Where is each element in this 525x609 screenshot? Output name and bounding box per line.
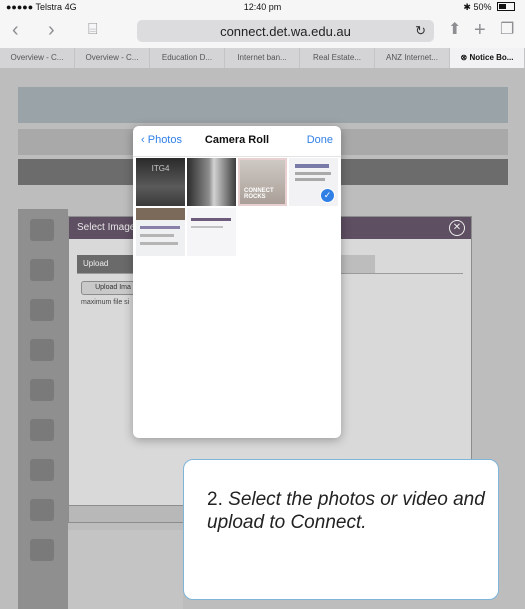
left-rail <box>18 209 68 609</box>
photo-thumbnail[interactable]: CONNECT ROCKS <box>238 158 287 206</box>
thumbnail-caption: CONNECT ROCKS <box>244 188 274 200</box>
tab-education[interactable]: Education D... <box>150 48 225 68</box>
rail-icon <box>30 219 54 241</box>
camera-roll-popover: ‹ Photos Camera Roll Done ITG4 CONNECT R… <box>133 126 341 438</box>
plus-icon: + <box>474 19 486 41</box>
done-button[interactable]: Done <box>307 134 333 146</box>
forward-button[interactable]: › <box>48 19 55 41</box>
thumbnail-strip <box>136 208 185 220</box>
bookmarks-button[interactable]: ⌸ <box>88 19 98 41</box>
step-number: 2. <box>207 489 223 510</box>
book-icon: ⌸ <box>88 21 98 38</box>
doc-line <box>295 178 325 181</box>
address-bar[interactable]: connect.det.wa.edu.au ↻ <box>137 20 434 42</box>
chevron-left-icon: ‹ <box>12 19 19 41</box>
max-file-size-text: maximum file si <box>81 299 130 306</box>
photo-thumbnail[interactable]: ITG4 <box>136 158 185 206</box>
tab-other[interactable]: s <box>335 255 375 273</box>
rail-icon <box>30 539 54 561</box>
battery-percent: 50% <box>473 2 492 12</box>
rail-icon <box>30 379 54 401</box>
ipad-screen: ●●●●● Telstra 4G 12:40 pm ✱ 50% ‹ › ⌸ co… <box>0 0 525 609</box>
instruction-callout: 2. Select the photos or video and upload… <box>183 459 499 600</box>
photo-thumbnail[interactable] <box>187 208 236 256</box>
url-text: connect.det.wa.edu.au <box>220 24 351 39</box>
page-bottom-dimmed <box>68 530 183 609</box>
photo-thumbnail[interactable] <box>187 158 236 206</box>
tabs-overview-button[interactable]: ❐ <box>500 19 514 41</box>
step-instruction: Select the photos or video and upload to… <box>207 489 485 533</box>
site-header <box>18 87 508 123</box>
doc-line <box>140 234 174 237</box>
tab-overview-1[interactable]: Overview - C... <box>0 48 75 68</box>
share-button[interactable]: ⬆ <box>448 19 461 41</box>
rail-icon <box>30 259 54 281</box>
tab-real-estate[interactable]: Real Estate... <box>300 48 375 68</box>
clock: 12:40 pm <box>243 2 282 12</box>
chevron-right-icon: › <box>48 19 55 41</box>
tab-internet-banking[interactable]: Internet ban... <box>225 48 300 68</box>
tab-bar: Overview - C... Overview - C... Educatio… <box>0 48 525 69</box>
battery-icon <box>497 2 515 11</box>
thumbnail-caption: ITG4 <box>151 164 170 173</box>
new-tab-button[interactable]: + <box>474 19 486 41</box>
dialog-title: Select Image <box>77 222 136 233</box>
battery-status: ✱ 50% <box>463 2 515 13</box>
tabs-icon: ❐ <box>500 21 515 38</box>
checkmark-icon: ✓ <box>320 188 335 203</box>
rail-icon <box>30 499 54 521</box>
rail-icon <box>30 339 54 361</box>
doc-line <box>191 218 231 221</box>
status-bar: ●●●●● Telstra 4G 12:40 pm ✱ 50% <box>0 0 525 14</box>
rail-icon <box>30 459 54 481</box>
popover-nav-bar: ‹ Photos Camera Roll Done <box>133 126 341 157</box>
doc-line <box>140 226 180 229</box>
share-icon: ⬆ <box>448 21 462 38</box>
doc-line <box>295 164 329 168</box>
tab-overview-2[interactable]: Overview - C... <box>75 48 150 68</box>
doc-line <box>295 172 331 175</box>
close-icon[interactable]: ✕ <box>449 220 465 236</box>
rail-icon <box>30 299 54 321</box>
back-button[interactable]: ‹ <box>12 19 19 41</box>
tab-anz-internet[interactable]: ANZ Internet... <box>375 48 450 68</box>
reload-icon[interactable]: ↻ <box>415 23 426 39</box>
doc-line <box>191 226 223 228</box>
photo-thumbnail-selected[interactable]: ✓ <box>289 158 338 206</box>
rail-icon <box>30 419 54 441</box>
tab-notice-board[interactable]: ⊗ Notice Bo... <box>450 48 525 68</box>
browser-toolbar: ‹ › ⌸ connect.det.wa.edu.au ↻ ⬆ + ❐ <box>0 14 525 48</box>
callout-text: 2. Select the photos or video and upload… <box>207 488 487 534</box>
doc-line <box>140 242 178 245</box>
photo-thumbnail[interactable] <box>136 208 185 256</box>
bluetooth-icon: ✱ <box>463 2 471 12</box>
